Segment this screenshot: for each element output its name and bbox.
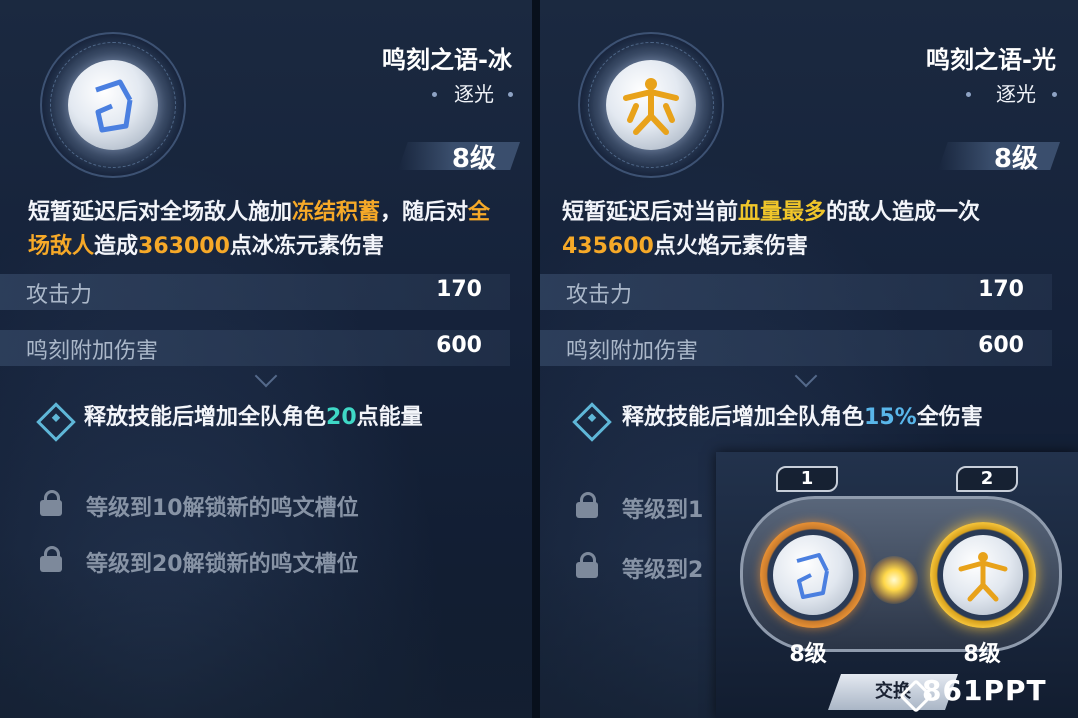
- stat-label: 攻击力: [566, 283, 633, 308]
- diamond-bonus-icon: [36, 402, 76, 442]
- highlight-damage: 363000: [138, 234, 230, 259]
- stat-row-attack: 攻击力 170: [0, 274, 510, 310]
- panel-divider: [532, 0, 540, 718]
- slot-number-1: 1: [776, 466, 838, 492]
- rune-description: 短暂延迟后对全场敌人施加冻结积蓄，随后对全场敌人造成363000点冰冻元素伤害: [28, 200, 491, 259]
- highlight-effect: 冻结积蓄: [292, 200, 381, 225]
- rune-description: 短暂延迟后对当前血量最多的敌人造成一次435600点火焰元素伤害: [562, 200, 981, 259]
- slot-2-level: 8级: [963, 642, 1001, 667]
- lock-icon: [576, 552, 598, 578]
- locked-slot-text: 等级到10解锁新的鸣文槽位: [86, 496, 359, 521]
- stat-row-attack: 攻击力 170: [540, 274, 1052, 310]
- rune-subtitle: 逐光: [996, 82, 1036, 106]
- stat-label: 鸣刻附加伤害: [566, 339, 699, 364]
- swap-slot-popup: 1 2 8级 8级 交换 861PPT: [716, 452, 1078, 718]
- slot-number-2: 2: [956, 466, 1018, 492]
- rune-subtitle: 逐光: [454, 82, 494, 106]
- stat-row-bonus-damage: 鸣刻附加伤害 600: [0, 330, 510, 366]
- chevron-down-icon: [794, 364, 818, 388]
- rune-emblem-ice: [40, 32, 186, 178]
- locked-slot-text: 等级到20解锁新的鸣文槽位: [86, 552, 359, 577]
- light-rune-icon: [623, 78, 679, 135]
- ice-rune-icon: [796, 553, 829, 599]
- stat-row-bonus-damage: 鸣刻附加伤害 600: [540, 330, 1052, 366]
- set-bonus-text: 释放技能后增加全队角色20点能量: [84, 405, 423, 430]
- lock-icon: [576, 492, 598, 518]
- chevron-down-icon: [254, 364, 278, 388]
- stat-label: 攻击力: [26, 283, 93, 308]
- rune-level: 8级: [993, 144, 1038, 174]
- ice-rune-icon: [95, 79, 133, 133]
- rune-name: 鸣刻之语-光: [926, 46, 1056, 74]
- watermark-text: 861PPT: [922, 674, 1047, 707]
- locked-slot-text: 等级到1: [622, 498, 704, 523]
- locked-slot-text: 等级到2: [622, 558, 704, 583]
- highlight-damage: 435600: [562, 234, 654, 259]
- light-rune-icon: [958, 552, 1008, 602]
- diamond-bonus-icon: [572, 402, 612, 442]
- slot-2-rune[interactable]: [930, 522, 1036, 628]
- stat-label: 鸣刻附加伤害: [26, 339, 159, 364]
- lock-icon: [40, 546, 62, 572]
- stat-value: 170: [436, 277, 482, 302]
- stat-value: 170: [978, 277, 1024, 302]
- set-bonus-text: 释放技能后增加全队角色15%全伤害: [622, 405, 983, 430]
- highlight-target: 血量最多: [738, 200, 827, 225]
- stat-value: 600: [436, 333, 482, 358]
- lock-icon: [40, 490, 62, 516]
- slot-1-level: 8级: [789, 642, 827, 667]
- rune-panel-ice: 鸣刻之语-冰 逐光 8级 短暂延迟后对全场敌人施加冻结积蓄，随后对全场敌人造成3…: [0, 0, 532, 718]
- rune-emblem-light: [578, 32, 724, 178]
- rune-name: 鸣刻之语-冰: [382, 46, 512, 74]
- rune-level: 8级: [451, 144, 496, 174]
- stat-value: 600: [978, 333, 1024, 358]
- slot-1-rune[interactable]: [760, 522, 866, 628]
- swap-spark-effect: [870, 556, 918, 604]
